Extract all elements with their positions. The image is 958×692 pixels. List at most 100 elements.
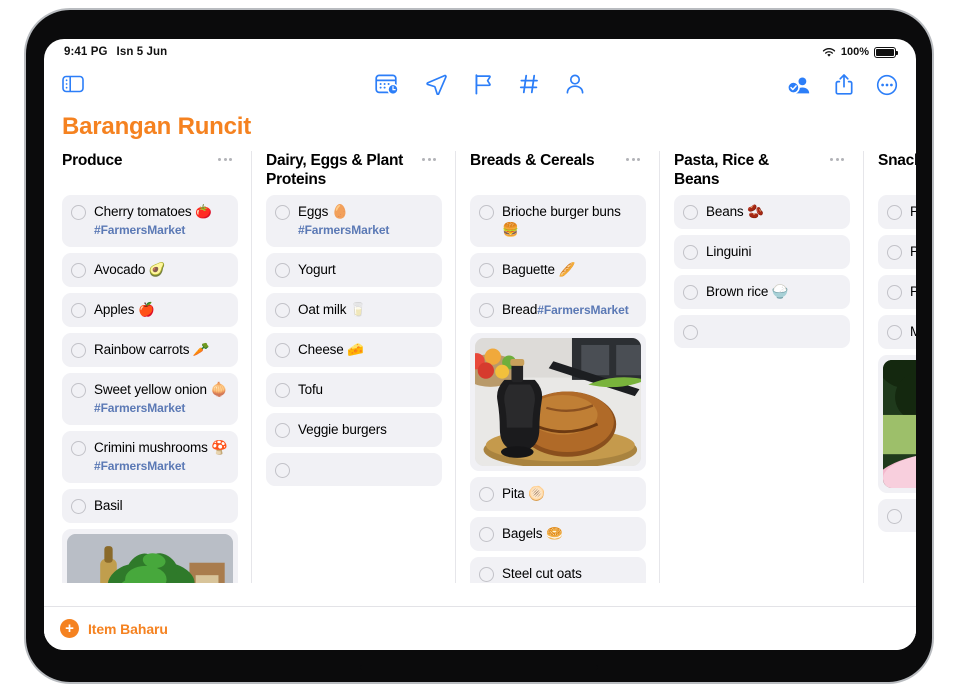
list-item[interactable]: Crimini mushrooms 🍄 #FarmersMarket	[62, 431, 238, 483]
list-item[interactable]: Basil	[62, 489, 238, 523]
column-more-icon[interactable]	[212, 151, 238, 162]
list-item[interactable]: Yogurt	[266, 253, 442, 288]
item-checkbox[interactable]	[887, 245, 902, 260]
list-item[interactable]: Avocado 🥑	[62, 253, 238, 287]
list-item[interactable]: Pita 🫓	[470, 477, 646, 511]
item-attachment[interactable]	[470, 333, 646, 471]
item-tag[interactable]: #FarmersMarket	[94, 459, 185, 473]
item-checkbox[interactable]	[479, 487, 494, 502]
list-item[interactable]: Cherry tomatoes 🍅 #FarmersMarket	[62, 195, 238, 247]
toolbar-center-group	[375, 73, 585, 95]
list-item[interactable]: Beans 🫘	[674, 195, 850, 230]
list-item[interactable]: Baguette 🥖	[470, 253, 646, 287]
list-item[interactable]: Bread#FarmersMarket	[470, 293, 646, 327]
item-attachment[interactable]	[62, 529, 238, 583]
item-title: Rainbow carrots 🥕	[94, 342, 210, 357]
item-attachment[interactable]	[878, 355, 916, 493]
list-item[interactable]: Bagels 🥯	[470, 517, 646, 551]
list-item[interactable]: Oat milk 🥛	[266, 293, 442, 328]
item-checkbox[interactable]	[71, 205, 86, 220]
item-body: Cheese 🧀	[298, 341, 432, 359]
list-item[interactable]: Apples 🍎	[62, 293, 238, 327]
item-checkbox[interactable]	[71, 263, 86, 278]
item-checkbox[interactable]	[887, 509, 902, 524]
item-checkbox[interactable]	[275, 463, 290, 479]
list-item[interactable]: Veggie burgers	[266, 413, 442, 448]
new-item-row[interactable]	[266, 453, 442, 487]
item-checkbox[interactable]	[683, 285, 698, 301]
list-item[interactable]: Sweet yellow onion 🧅 #FarmersMarket	[62, 373, 238, 425]
new-item-row[interactable]	[878, 499, 916, 532]
item-checkbox[interactable]	[71, 303, 86, 318]
item-body: Oat milk 🥛	[298, 301, 432, 319]
item-checkbox[interactable]	[275, 423, 290, 439]
list-item[interactable]: Steel cut oats	[470, 557, 646, 583]
item-checkbox[interactable]	[887, 285, 902, 300]
list-item[interactable]: Cheese 🧀	[266, 333, 442, 368]
item-checkbox[interactable]	[479, 303, 494, 318]
more-ellipsis-icon[interactable]	[876, 74, 898, 96]
bread-photo[interactable]	[475, 338, 641, 466]
column-title: Pasta, Rice & Beans	[674, 152, 769, 189]
item-checkbox[interactable]	[479, 263, 494, 278]
column-title: Dairy, Eggs & Plant Proteins	[266, 152, 404, 189]
item-checkbox[interactable]	[71, 383, 86, 398]
share-icon[interactable]	[834, 73, 854, 96]
item-checkbox[interactable]	[887, 205, 902, 220]
item-checkbox[interactable]	[683, 325, 698, 341]
item-tag[interactable]: #FarmersMarket	[94, 223, 185, 237]
scheduled-calendar-icon[interactable]	[375, 73, 399, 95]
item-checkbox[interactable]	[683, 205, 698, 221]
list-item[interactable]: Macarons	[878, 315, 916, 349]
shared-people-icon[interactable]	[786, 74, 812, 96]
item-checkbox[interactable]	[683, 245, 698, 261]
item-checkbox[interactable]	[479, 527, 494, 542]
item-checkbox[interactable]	[275, 205, 290, 221]
add-new-item-button[interactable]: + Item Baharu	[60, 619, 168, 638]
flag-icon[interactable]	[473, 73, 493, 95]
person-icon[interactable]	[565, 73, 585, 95]
list-item[interactable]: Eggs 🥚 #FarmersMarket	[266, 195, 442, 248]
item-tag[interactable]: #FarmersMarket	[94, 401, 185, 415]
list-item[interactable]: Pretzels 🥨	[878, 195, 916, 229]
item-checkbox[interactable]	[275, 263, 290, 279]
item-checkbox[interactable]	[479, 567, 494, 582]
item-title: Eggs 🥚	[298, 204, 349, 220]
item-checkbox[interactable]	[275, 303, 290, 319]
list-item[interactable]: Popcorn 🍿	[878, 235, 916, 269]
item-title: Yogurt	[298, 262, 336, 278]
column-more-icon[interactable]	[416, 151, 442, 162]
item-checkbox[interactable]	[275, 343, 290, 359]
macarons-photo[interactable]	[883, 360, 916, 488]
hashtag-icon[interactable]	[519, 73, 539, 95]
item-checkbox[interactable]	[71, 343, 86, 358]
list-item[interactable]: Rainbow carrots 🥕	[62, 333, 238, 367]
list-column: Snacks & Ca Pretzels 🥨 Popcorn 🍿 Peanuts 🥜 M…	[878, 151, 916, 583]
item-tag[interactable]: #FarmersMarket	[537, 303, 628, 317]
item-tag[interactable]: #FarmersMarket	[298, 223, 389, 237]
item-title: Pita 🫓	[502, 486, 545, 501]
item-checkbox[interactable]	[479, 205, 494, 220]
wifi-icon	[822, 47, 836, 58]
list-item[interactable]: Tofu	[266, 373, 442, 408]
status-time: 9:41 PG	[64, 46, 108, 58]
item-title: Crimini mushrooms 🍄	[94, 440, 228, 455]
basil-photo[interactable]	[67, 534, 233, 583]
column-title: Produce	[62, 152, 123, 169]
item-checkbox[interactable]	[71, 441, 86, 456]
item-checkbox[interactable]	[71, 499, 86, 514]
column-title: Snacks & Ca	[878, 152, 916, 169]
location-arrow-icon[interactable]	[425, 73, 447, 95]
sidebar-toggle-icon[interactable]	[62, 75, 84, 93]
list-item[interactable]: Brioche burger buns 🍔	[470, 195, 646, 247]
list-item[interactable]: Linguini	[674, 235, 850, 270]
item-checkbox[interactable]	[275, 383, 290, 399]
item-title: Cheese 🧀	[298, 342, 364, 358]
list-item[interactable]: Peanuts 🥜	[878, 275, 916, 309]
list-item[interactable]: Brown rice 🍚	[674, 275, 850, 310]
toolbar-right-group	[786, 73, 898, 96]
column-more-icon[interactable]	[620, 151, 646, 162]
new-item-row[interactable]	[674, 315, 850, 349]
item-checkbox[interactable]	[887, 325, 902, 340]
column-more-icon[interactable]	[824, 151, 850, 162]
